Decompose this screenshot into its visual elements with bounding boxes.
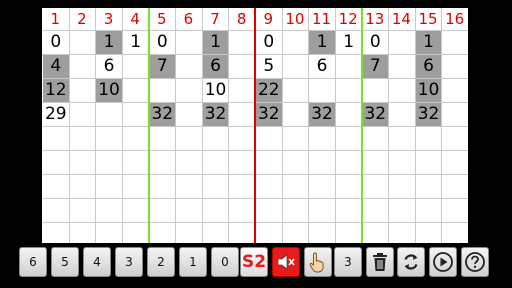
board-cell[interactable]: 1 [123, 31, 149, 54]
game-board[interactable]: 1 2 3 4 5 6 7 8 9 10 11 12 13 14 15 16 0 1 1 0 1 0 1 1 0 1 4 6 7 6 5 6 7… [42, 8, 468, 243]
board-cell[interactable]: 32 [202, 103, 229, 126]
mute-button[interactable] [272, 247, 300, 277]
board-cell[interactable]: 1 [96, 31, 122, 54]
number-button-3[interactable]: 3 [115, 247, 143, 277]
board-cell[interactable]: 32 [309, 103, 335, 126]
board-cell[interactable]: 32 [149, 103, 176, 126]
board-cell[interactable]: 1 [202, 31, 229, 54]
help-button[interactable] [461, 247, 489, 277]
pointing-hand-icon [309, 252, 324, 273]
board-cell[interactable]: 0 [363, 31, 389, 54]
board-cell[interactable]: 29 [43, 103, 69, 126]
board-cell[interactable]: 0 [43, 31, 69, 54]
play-button[interactable] [429, 247, 457, 277]
trash-button[interactable] [366, 247, 394, 277]
number-button-2[interactable]: 2 [147, 247, 175, 277]
board-cell[interactable]: 32 [256, 103, 282, 126]
trash-icon [373, 253, 387, 271]
number-button-6[interactable]: 6 [19, 247, 47, 277]
board-cell[interactable]: 7 [149, 55, 176, 78]
toolbar: 6 5 4 3 2 1 0 S2 3 [0, 243, 512, 288]
column-number: 14 [391, 10, 411, 28]
board-cell[interactable]: 6 [202, 55, 229, 78]
count-button[interactable]: 3 [334, 247, 362, 277]
board-cell[interactable]: 6 [309, 55, 335, 78]
column-number: 3 [103, 10, 114, 28]
number-button-4[interactable]: 4 [83, 247, 111, 277]
help-icon [465, 252, 485, 272]
board-cell[interactable]: 32 [362, 103, 389, 126]
pointer-button[interactable] [304, 247, 332, 277]
s2-button[interactable]: S2 [240, 247, 268, 277]
board-cell[interactable]: 1 [415, 31, 442, 54]
number-button-5[interactable]: 5 [51, 247, 79, 277]
column-number: 6 [183, 10, 194, 28]
board-cell[interactable]: 1 [336, 31, 362, 54]
number-button-1[interactable]: 1 [179, 247, 207, 277]
column-number: 13 [365, 10, 385, 28]
column-number: 5 [157, 10, 167, 28]
number-button-0[interactable]: 0 [211, 247, 239, 277]
board-cell[interactable]: 12 [43, 79, 69, 102]
column-number: 9 [263, 10, 274, 28]
board-cell[interactable]: 10 [96, 79, 122, 102]
board-cell[interactable]: 1 [309, 31, 335, 54]
column-number: 7 [210, 10, 220, 28]
board-cell[interactable]: 10 [203, 79, 229, 102]
board-cell[interactable]: 7 [362, 55, 389, 78]
column-number: 15 [418, 10, 438, 28]
board-cell[interactable]: 0 [150, 31, 176, 54]
column-number: 10 [285, 10, 305, 28]
play-icon [433, 252, 453, 272]
board-cell[interactable]: 6 [96, 55, 122, 78]
board-cell[interactable]: 10 [415, 79, 442, 102]
column-number: 4 [130, 10, 140, 28]
board-cell[interactable]: 4 [43, 55, 69, 78]
column-number: 8 [236, 10, 247, 28]
column-number: 16 [445, 10, 465, 28]
column-number: 1 [50, 10, 61, 28]
refresh-button[interactable] [397, 247, 425, 277]
column-number: 11 [312, 10, 332, 28]
column-number: 12 [338, 10, 358, 28]
board-cell[interactable]: 6 [415, 55, 442, 78]
board-cell[interactable]: 22 [256, 79, 282, 102]
refresh-icon [404, 254, 418, 270]
board-cell[interactable]: 5 [256, 55, 282, 78]
board-cell[interactable]: 32 [415, 103, 442, 126]
column-number: 2 [77, 10, 87, 28]
board-cell[interactable]: 0 [256, 31, 282, 54]
speaker-muted-icon [277, 254, 295, 270]
